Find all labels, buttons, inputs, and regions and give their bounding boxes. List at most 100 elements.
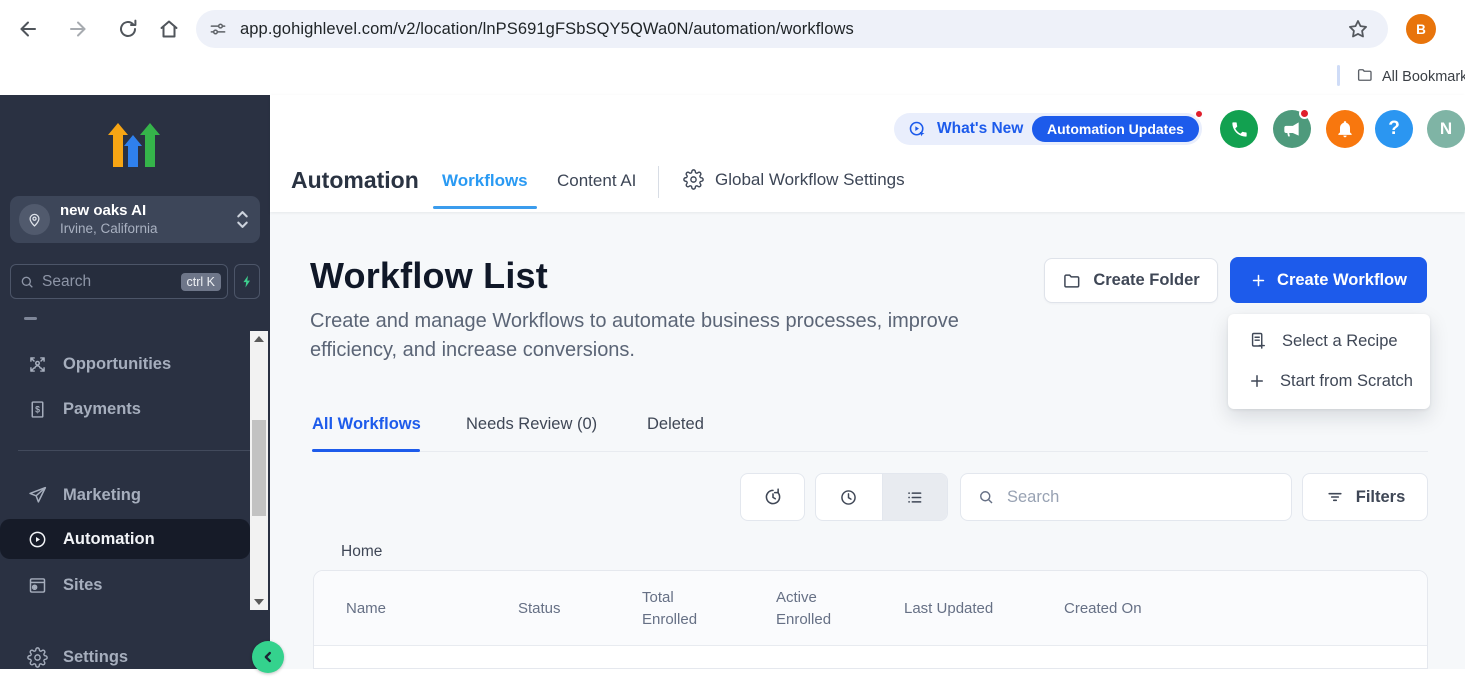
notifications-button[interactable]	[1326, 110, 1364, 148]
menu-item-select-recipe[interactable]: Select a Recipe	[1228, 321, 1430, 361]
list-view-toggle[interactable]	[882, 474, 948, 520]
breadcrumb-home[interactable]: Home	[341, 543, 382, 561]
scrollbar-thumb[interactable]	[252, 420, 266, 516]
tab-all-workflows[interactable]: All Workflows	[312, 415, 421, 434]
sidebar-divider	[18, 450, 252, 451]
sidebar-item-sites[interactable]: Sites	[0, 563, 250, 607]
global-workflow-settings-link[interactable]: Global Workflow Settings	[683, 169, 905, 190]
home-icon[interactable]	[157, 17, 181, 41]
opportunities-icon	[27, 354, 48, 375]
all-bookmarks-label[interactable]: All Bookmarks	[1382, 69, 1465, 85]
workflow-search[interactable]	[960, 473, 1292, 521]
sidebar-collapse-button[interactable]	[252, 641, 284, 673]
phone-button[interactable]	[1220, 110, 1258, 148]
question-mark-icon: ?	[1388, 118, 1400, 140]
column-header-last-updated: Last Updated	[904, 598, 993, 620]
filter-icon	[1325, 487, 1345, 507]
execution-logs-toggle[interactable]	[816, 474, 882, 520]
url-text: app.gohighlevel.com/v2/location/lnPS691g…	[240, 20, 854, 39]
filters-button[interactable]: Filters	[1302, 473, 1428, 521]
sites-icon	[27, 575, 48, 596]
account-location: Irvine, California	[60, 221, 158, 236]
sidebar-item-marketing[interactable]: Marketing	[0, 473, 250, 517]
column-header-active-enrolled: Active Enrolled	[776, 587, 856, 631]
chevron-up-down-icon	[236, 209, 249, 230]
svg-text:$: $	[35, 404, 40, 414]
scrollbar-up-arrow[interactable]	[250, 331, 268, 347]
back-icon[interactable]	[16, 17, 40, 41]
plus-icon	[1248, 372, 1266, 390]
browser-profile-avatar[interactable]: B	[1406, 14, 1436, 44]
sidebar-item-payments[interactable]: $ Payments	[0, 387, 250, 431]
address-bar[interactable]: app.gohighlevel.com/v2/location/lnPS691g…	[196, 10, 1388, 48]
plus-icon	[1250, 272, 1267, 289]
column-header-total-enrolled: Total Enrolled	[642, 587, 722, 631]
announcements-notification-dot	[1299, 108, 1310, 119]
sidebar-scrollbar[interactable]	[250, 331, 268, 610]
column-header-created-on: Created On	[1064, 598, 1142, 620]
menu-item-start-from-scratch[interactable]: Start from Scratch	[1228, 361, 1430, 401]
bookmarks-folder-icon[interactable]	[1356, 66, 1374, 84]
account-switcher[interactable]: new oaks AI Irvine, California	[10, 196, 260, 243]
bookmarks-divider	[1337, 65, 1340, 86]
help-button[interactable]: ?	[1375, 110, 1413, 148]
bell-icon	[1335, 119, 1355, 139]
column-header-name: Name	[346, 598, 386, 620]
sidebar-item-settings[interactable]: Settings	[0, 635, 250, 679]
tab-all-workflows-underline	[312, 449, 420, 452]
browser-chrome: app.gohighlevel.com/v2/location/lnPS691g…	[0, 0, 1465, 95]
workflow-list-tabs: All Workflows Needs Review (0) Deleted	[312, 415, 1428, 452]
lightning-bolt-icon	[240, 273, 255, 290]
table-header-row: Name Status Total Enrolled Active Enroll…	[314, 571, 1427, 646]
column-header-status: Status	[518, 598, 561, 620]
history-icon	[762, 486, 784, 508]
tab-content-ai[interactable]: Content AI	[557, 171, 636, 191]
updates-notification-dot	[1194, 109, 1204, 119]
phone-icon	[1230, 120, 1249, 139]
reload-icon[interactable]	[116, 17, 140, 41]
automation-updates-badge[interactable]: Automation Updates	[1032, 116, 1199, 142]
search-icon	[977, 488, 995, 506]
header-divider	[658, 166, 659, 198]
tab-needs-review[interactable]: Needs Review (0)	[466, 415, 597, 434]
user-avatar[interactable]: N	[1427, 110, 1465, 148]
scrollbar-down-arrow[interactable]	[250, 594, 268, 610]
quick-actions-button[interactable]	[234, 264, 260, 299]
payments-icon: $	[27, 399, 48, 420]
megaphone-icon	[1282, 119, 1302, 139]
whats-new-icon	[907, 119, 928, 140]
search-icon	[19, 274, 35, 290]
tab-deleted[interactable]: Deleted	[647, 415, 704, 434]
page-header-band: Automation Workflows Content AI Global W…	[270, 95, 1465, 212]
gohighlevel-logo	[101, 123, 167, 171]
forward-icon[interactable]	[66, 17, 90, 41]
gear-icon	[683, 169, 704, 190]
sidebar-search[interactable]: ctrl K	[10, 264, 228, 299]
settings-gear-icon	[27, 647, 48, 668]
tab-workflows[interactable]: Workflows	[442, 171, 528, 191]
list-icon	[904, 487, 925, 508]
folder-icon	[1062, 271, 1082, 291]
global-workflow-settings-label: Global Workflow Settings	[715, 170, 905, 190]
tab-workflows-underline	[433, 206, 537, 209]
sidebar: new oaks AI Irvine, California ctrl K Op…	[0, 95, 270, 669]
automation-icon	[27, 529, 48, 550]
enrollment-history-button[interactable]	[740, 473, 805, 521]
create-folder-button[interactable]: Create Folder	[1044, 258, 1218, 303]
create-workflow-button[interactable]: Create Workflow	[1230, 257, 1427, 303]
sidebar-search-input[interactable]	[42, 273, 181, 291]
sidebar-item-opportunities[interactable]: Opportunities	[0, 342, 250, 386]
marketing-icon	[27, 485, 48, 506]
location-pin-icon	[19, 204, 50, 235]
site-info-icon[interactable]	[208, 19, 228, 39]
workflow-search-input[interactable]	[1007, 488, 1279, 507]
sidebar-item-automation[interactable]: Automation	[0, 519, 250, 559]
view-toggle	[815, 473, 948, 521]
chevron-left-icon	[260, 649, 276, 665]
clock-icon	[838, 487, 859, 508]
whats-new-label: What's New	[937, 120, 1023, 138]
page-title-automation: Automation	[291, 167, 419, 194]
bookmark-star-icon[interactable]	[1346, 17, 1370, 41]
search-shortcut-badge: ctrl K	[181, 273, 221, 291]
workflow-table: Name Status Total Enrolled Active Enroll…	[313, 570, 1428, 669]
